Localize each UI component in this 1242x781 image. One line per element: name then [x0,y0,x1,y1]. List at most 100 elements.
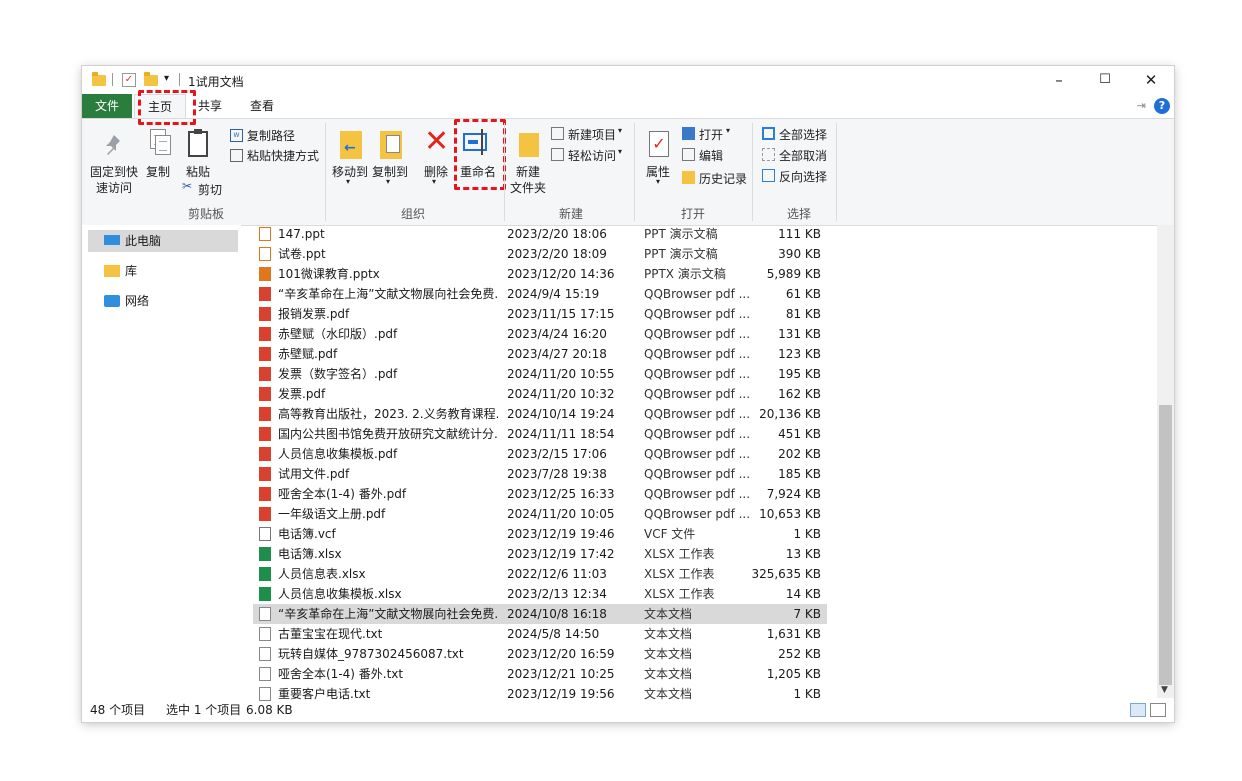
details-view-button[interactable] [1130,703,1146,717]
file-row[interactable]: 发票.pdf 2024/11/20 10:32 QQBrowser pdf ... 1… [253,384,827,404]
file-row[interactable]: 人员信息表.xlsx 2022/12/6 11:03 XLSX 工作表 325,635… [253,564,827,584]
file-size: 111 KB [778,227,821,241]
edit-icon [682,148,695,161]
file-type: QQBrowser pdf ... [644,487,751,501]
copy-path-label: 复制路径 [247,129,296,143]
quick-access-dropdown-icon[interactable]: ▾ [164,73,169,89]
nav-item-this-pc[interactable]: 此电脑 [88,230,238,252]
file-size: 162 KB [778,387,821,401]
file-type: VCF 文件 [644,527,696,541]
file-date: 2023/12/25 16:33 [507,487,615,501]
delete-x-icon: ✕ [424,124,450,159]
group-label-clipboard: 剪贴板 [187,207,224,221]
txt-file-icon [259,647,271,661]
file-name: 报销发票.pdf [278,307,350,321]
file-size: 5,989 KB [766,267,821,281]
file-row[interactable]: “辛亥革命在上海”文献文物展向社会免费... 2024/10/8 16:18 文本文… [253,604,827,624]
copy-to-icon [380,131,402,159]
ppt-file-icon [259,227,271,241]
vertical-scrollbar[interactable]: ▼ [1157,225,1174,698]
maximize-button[interactable]: ☐ [1082,66,1128,94]
file-row[interactable]: 国内公共图书馆免费开放研究文献统计分... 2024/11/11 18:54 QQB… [253,424,827,444]
file-row[interactable]: 试卷.ppt 2023/2/20 18:09 PPT 演示文稿 390 KB [253,244,827,264]
file-row[interactable]: 赤壁赋.pdf 2023/4/27 20:18 QQBrowser pdf ... 1… [253,344,827,364]
edit-label: 编辑 [699,149,724,163]
pdf-file-icon [259,407,271,421]
file-name: 电话簿.vcf [278,527,336,541]
close-button[interactable]: ✕ [1128,66,1174,94]
scroll-down-arrow-icon[interactable]: ▼ [1161,685,1168,695]
file-row[interactable]: 玩转自媒体_9787302456087.txt 2023/12/20 16:59 文… [253,644,827,664]
pin-label-line2: 速访问 [96,181,133,195]
file-row[interactable]: 哑舍全本(1-4) 番外.pdf 2023/12/25 16:33 QQBrowse… [253,484,827,504]
file-type: XLSX 工作表 [644,567,715,581]
file-name: 人员信息收集模板.pdf [278,447,398,461]
file-name: 试卷.ppt [278,247,326,261]
paste-icon [188,129,208,157]
txt-file-icon [259,627,271,641]
nav-item-libraries[interactable]: 库 [88,260,238,282]
separator [179,73,180,86]
file-name: 电话簿.xlsx [278,547,342,561]
nav-item-network[interactable]: 网络 [88,290,238,312]
file-list: 147.ppt 2023/2/20 18:06 PPT 演示文稿 111 KB 试卷.p… [241,224,1156,701]
file-row[interactable]: 发票（数字签名）.pdf 2024/11/20 10:55 QQBrowser pd… [253,364,827,384]
large-icons-view-button[interactable] [1150,703,1166,717]
file-row[interactable]: 哑舍全本(1-4) 番外.txt 2023/12/21 10:25 文本文档 1,20… [253,664,827,684]
file-row[interactable]: 试用文件.pdf 2023/7/28 19:38 QQBrowser pdf ...… [253,464,827,484]
file-date: 2024/9/4 15:19 [507,287,600,301]
file-row[interactable]: 101微课教育.pptx 2023/12/20 14:36 PPTX 演示文稿 5,9… [253,264,827,284]
scrollbar-thumb[interactable] [1159,405,1172,685]
file-size: 202 KB [778,447,821,461]
file-row[interactable]: 赤壁赋（水印版）.pdf 2023/4/24 16:20 QQBrowser pdf… [253,324,827,344]
paste-label: 粘贴 [186,165,211,179]
file-type: QQBrowser pdf ... [644,327,751,341]
file-row[interactable]: 人员信息收集模板.xlsx 2023/2/13 12:34 XLSX 工作表 14 K… [253,584,827,604]
group-label-new: 新建 [558,207,583,221]
file-date: 2024/11/11 18:54 [507,427,615,441]
file-row[interactable]: 电话簿.vcf 2023/12/19 19:46 VCF 文件 1 KB [253,524,827,544]
file-name: 一年级语文上册.pdf [278,507,386,521]
file-date: 2023/2/20 18:06 [507,227,607,241]
pdf-file-icon [259,307,271,321]
file-name: “辛亥革命在上海”文献文物展向社会免费... [278,287,498,301]
xlsx-file-icon [259,547,271,561]
file-size: 390 KB [778,247,821,261]
file-name: 101微课教育.pptx [278,267,380,281]
file-row[interactable]: 一年级语文上册.pdf 2024/11/20 10:05 QQBrowser pdf… [253,504,827,524]
invert-selection-label: 反向选择 [779,170,828,184]
txt-file-icon [259,607,271,621]
navigation-pane: 此电脑 库 网络 [82,225,241,698]
file-row[interactable]: “辛亥革命在上海”文献文物展向社会免费... 2024/9/4 15:19 QQBr… [253,284,827,304]
file-row[interactable]: 人员信息收集模板.pdf 2023/2/15 17:06 QQBrowser pdf… [253,444,827,464]
file-name: 高等教育出版社，2023. 2.义务教育课程... [278,407,498,421]
help-icon[interactable]: ? [1154,98,1170,114]
file-name: 人员信息表.xlsx [278,567,366,581]
file-name: 147.ppt [278,227,325,241]
pdf-file-icon [259,487,271,501]
history-icon [682,171,695,184]
pdf-file-icon [259,387,271,401]
file-row[interactable]: 电话簿.xlsx 2023/12/19 17:42 XLSX 工作表 13 KB [253,544,827,564]
open-label: 打开 [699,128,724,142]
pin-ribbon-icon[interactable]: ⇥ [1137,99,1146,112]
cut-label: 剪切 [198,183,223,197]
file-date: 2023/12/19 17:42 [507,547,615,561]
file-row[interactable]: 古董宝宝在现代.txt 2024/5/8 14:50 文本文档 1,631 KB [253,624,827,644]
file-row[interactable]: 147.ppt 2023/2/20 18:06 PPT 演示文稿 111 KB [253,224,827,244]
tab-share[interactable]: 共享 [190,94,230,118]
file-date: 2023/11/15 17:15 [507,307,615,321]
tab-file[interactable]: 文件 [82,94,132,118]
file-date: 2024/5/8 14:50 [507,627,600,641]
file-row[interactable]: 报销发票.pdf 2023/11/15 17:15 QQBrowser pdf ..… [253,304,827,324]
tab-view[interactable]: 查看 [242,94,282,118]
pptx-file-icon [259,267,271,281]
minimize-button[interactable]: – [1036,66,1082,94]
pin-label-line1: 固定到快 [90,165,139,179]
file-row[interactable]: 高等教育出版社，2023. 2.义务教育课程... 2024/10/14 19:2… [253,404,827,424]
file-name: 赤壁赋.pdf [278,347,338,361]
file-size: 185 KB [778,467,821,481]
file-type: XLSX 工作表 [644,587,715,601]
file-size: 81 KB [785,307,821,321]
selection-info: 选中 1 个项目 [166,703,242,717]
